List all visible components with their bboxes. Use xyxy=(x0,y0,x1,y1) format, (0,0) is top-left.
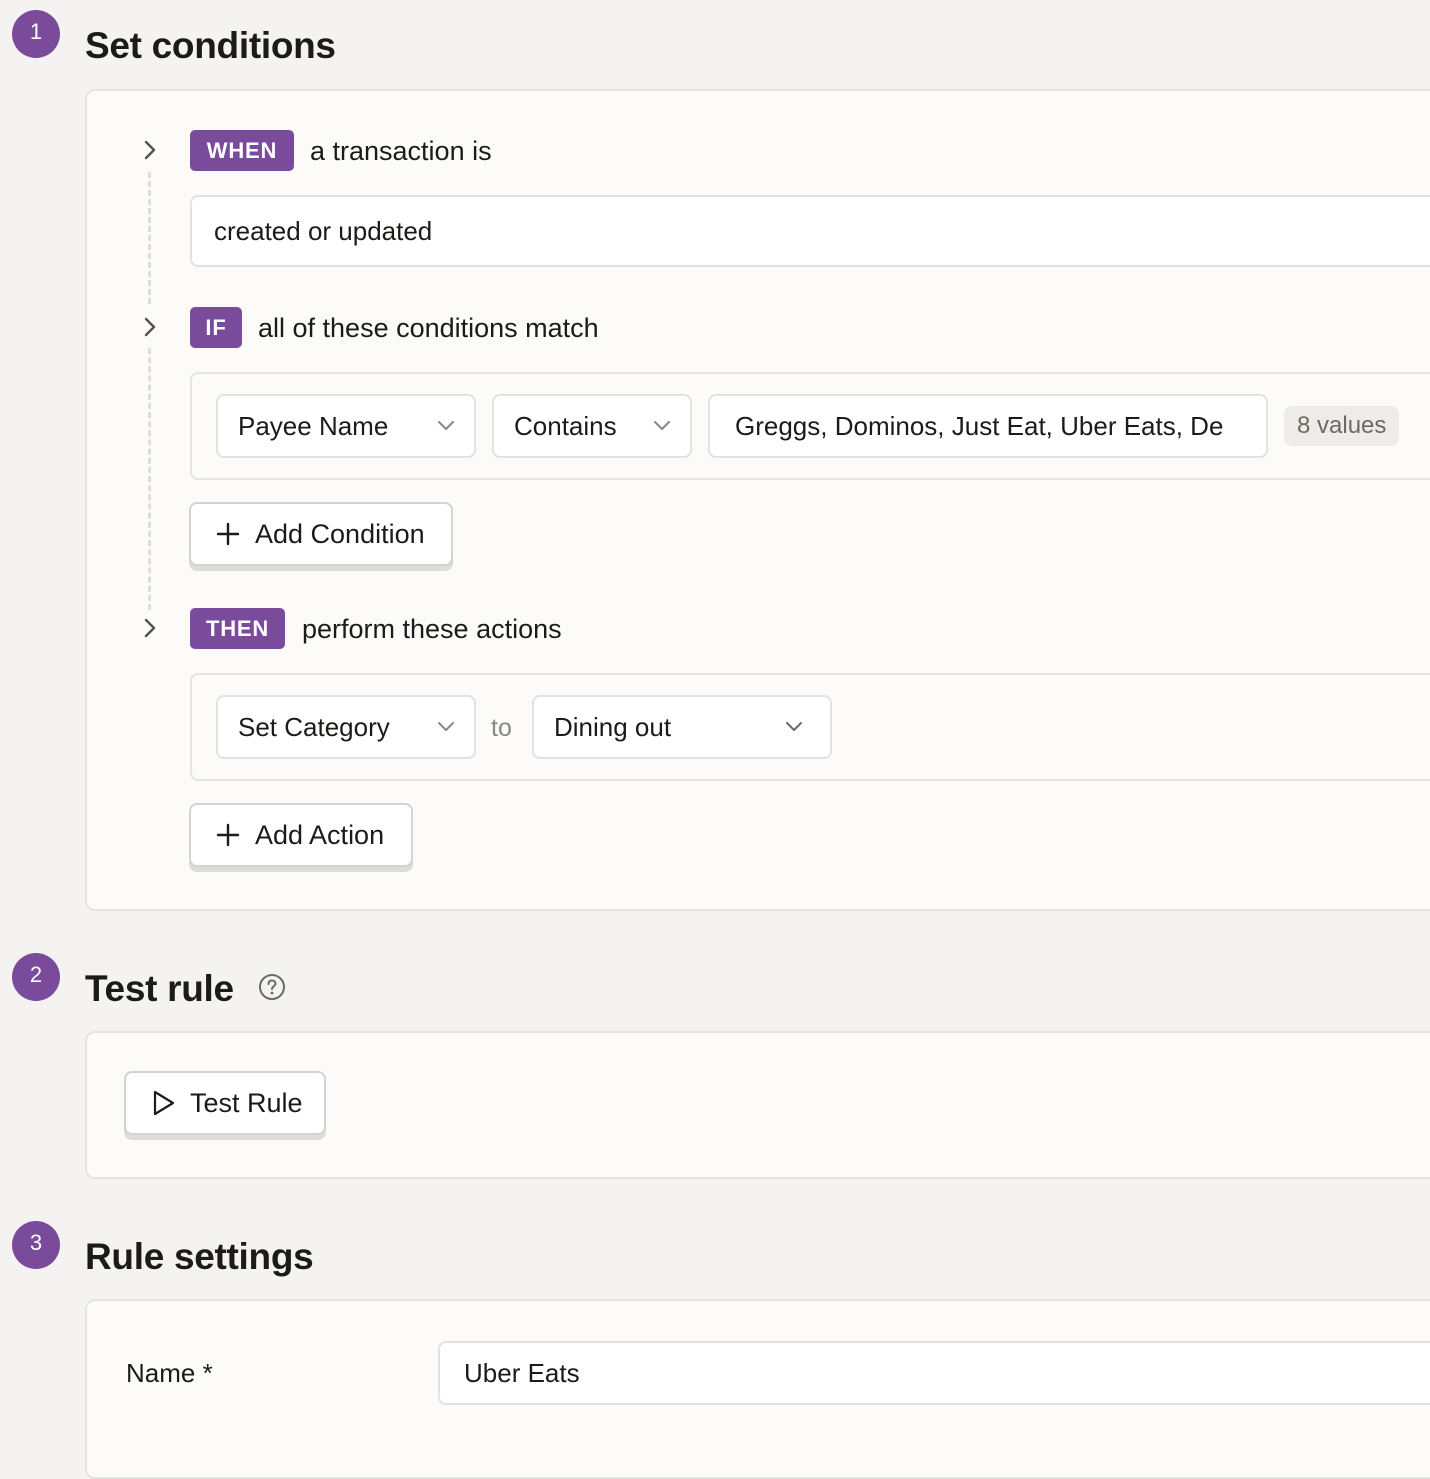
chevron-right-icon[interactable] xyxy=(140,138,160,162)
chevron-down-icon xyxy=(652,419,672,433)
when-clause-text: a transaction is xyxy=(310,136,492,166)
play-icon xyxy=(150,1090,176,1116)
condition-field-select[interactable]: Payee Name xyxy=(216,394,476,458)
test-rule-button[interactable]: Test Rule xyxy=(124,1071,326,1135)
question-circle-icon[interactable] xyxy=(258,973,286,1001)
chevron-down-icon xyxy=(436,419,456,433)
plus-icon xyxy=(215,521,241,547)
condition-operator-select[interactable]: Contains xyxy=(492,394,692,458)
add-action-label: Add Action xyxy=(255,819,385,850)
add-condition-label: Add Condition xyxy=(255,518,425,549)
connector-line-when xyxy=(148,172,151,304)
step-badge-3: 3 xyxy=(12,1221,60,1269)
chevron-right-icon[interactable] xyxy=(140,616,160,640)
category-select[interactable]: Dining out xyxy=(532,695,832,759)
trigger-select-value: created or updated xyxy=(214,215,433,246)
condition-values-input[interactable]: Greggs, Dominos, Just Eat, Uber Eats, De xyxy=(708,394,1268,458)
trigger-select[interactable]: created or updated xyxy=(190,195,1430,267)
test-rule-label: Test Rule xyxy=(190,1087,303,1118)
if-pill: IF xyxy=(190,307,242,348)
then-clause-text: perform these actions xyxy=(302,614,562,644)
chevron-down-icon xyxy=(436,720,456,734)
section-title-rule-settings: Rule settings xyxy=(85,1236,314,1277)
plus-icon xyxy=(215,822,241,848)
action-type-select[interactable]: Set Category xyxy=(216,695,476,759)
add-condition-button[interactable]: Add Condition xyxy=(189,502,453,566)
chevron-right-icon[interactable] xyxy=(140,315,160,339)
values-count-badge[interactable]: 8 values xyxy=(1284,406,1400,446)
add-action-button[interactable]: Add Action xyxy=(189,803,413,867)
action-connector-text: to xyxy=(491,714,512,742)
step-badge-1: 1 xyxy=(12,10,60,58)
connector-line-if xyxy=(148,348,151,610)
when-pill: WHEN xyxy=(190,130,294,171)
condition-values-text: Greggs, Dominos, Just Eat, Uber Eats, De xyxy=(735,410,1224,441)
section-title-set-conditions: Set conditions xyxy=(85,25,336,66)
section-title-test-rule: Test rule xyxy=(85,968,234,1009)
if-clause-text: all of these conditions match xyxy=(258,313,599,343)
action-type-value: Set Category xyxy=(238,711,390,742)
rule-name-input[interactable] xyxy=(438,1341,1430,1405)
step-badge-2: 2 xyxy=(12,953,60,1001)
condition-operator-value: Contains xyxy=(514,410,617,441)
condition-field-value: Payee Name xyxy=(238,410,389,441)
rule-name-label: Name * xyxy=(126,1358,213,1388)
category-value: Dining out xyxy=(554,711,672,742)
then-pill: THEN xyxy=(190,608,285,649)
chevron-down-icon xyxy=(784,720,804,734)
